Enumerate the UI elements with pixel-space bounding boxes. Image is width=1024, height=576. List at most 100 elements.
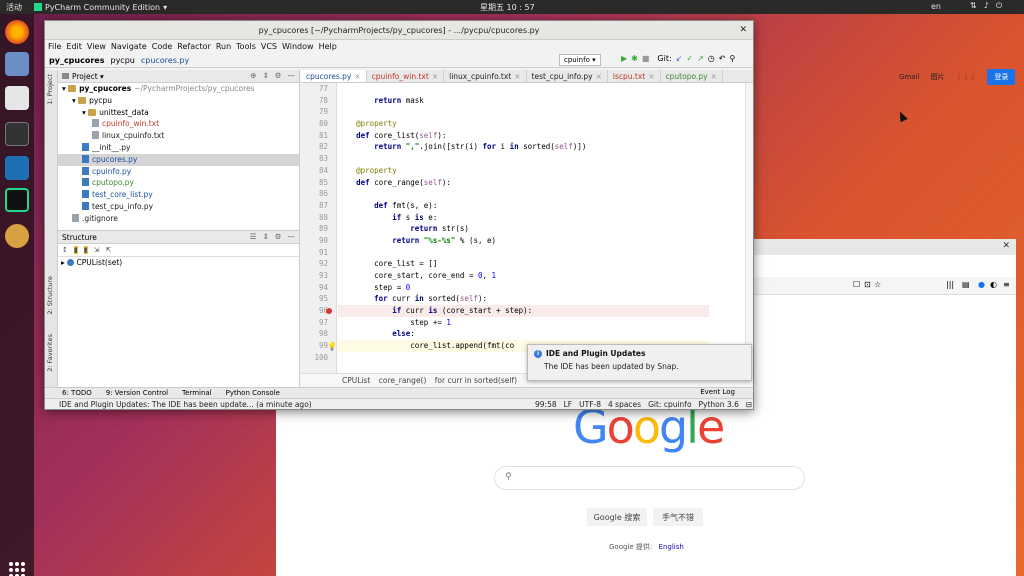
code-line[interactable]: 86 (319, 188, 709, 200)
tree-item[interactable]: cputopo.py (58, 177, 299, 189)
tool-tab-project[interactable]: 1: Project (46, 74, 54, 105)
revert-icon[interactable]: ↶ (719, 54, 726, 63)
code-line[interactable]: 85 def core_range(self): (319, 177, 709, 189)
library-icon[interactable]: ||| (946, 280, 954, 289)
show-inherited-icon[interactable]: ▮ (83, 246, 88, 254)
breadcrumb-method[interactable]: core_range() (379, 376, 427, 385)
tab-close-icon[interactable]: × (514, 72, 520, 81)
tool-tab-terminal[interactable]: Terminal (182, 389, 212, 397)
clock[interactable]: 星期五 10 : 57 (480, 2, 535, 13)
gear-icon[interactable]: ⚙ (275, 71, 282, 80)
git-branch[interactable]: Git: cpuinfo (648, 400, 691, 409)
menu-run[interactable]: Run (216, 42, 231, 51)
hamburger-menu-icon[interactable]: ≡ (1003, 280, 1010, 289)
browser-close-icon[interactable]: ✕ (1002, 241, 1010, 251)
stop-icon[interactable]: ■ (642, 54, 650, 63)
menu-help[interactable]: Help (319, 42, 337, 51)
google-search-button[interactable]: Google 搜索 (587, 508, 647, 526)
file-encoding[interactable]: UTF-8 (579, 400, 601, 409)
code-line[interactable]: 88 if s is e: (319, 212, 709, 224)
hide-icon[interactable]: — (288, 71, 296, 80)
code-line[interactable]: 80 @property (319, 118, 709, 130)
crumb-project[interactable]: py_cpucores (49, 56, 104, 65)
tab-close-icon[interactable]: × (432, 72, 438, 81)
tree-item[interactable]: cpuinfo_win.txt (58, 118, 299, 130)
tree-item[interactable]: ▾ pycpu (58, 95, 299, 107)
hide-icon[interactable]: — (288, 232, 296, 241)
code-line[interactable]: 82 return ",".join([str(i) for i in sort… (319, 141, 709, 153)
code-line[interactable]: 91 (319, 247, 709, 259)
vcs-commit-icon[interactable]: ✓ (686, 54, 693, 63)
sort-alpha-icon[interactable]: ↕ (62, 246, 68, 254)
firefox-icon[interactable] (5, 20, 29, 44)
autoscroll-icon[interactable]: ⇲ (94, 246, 100, 254)
update-notification[interactable]: i IDE and Plugin Updates The IDE has bee… (527, 344, 752, 381)
tree-item[interactable]: test_cpu_info.py (58, 201, 299, 213)
breadcrumb-class[interactable]: CPUList (342, 376, 370, 385)
search-everywhere-icon[interactable]: ⚲ (729, 54, 735, 63)
google-search-input[interactable]: ⚲ (494, 466, 805, 490)
code-line[interactable]: 77 (319, 83, 709, 95)
gmail-link[interactable]: Gmail (899, 73, 919, 81)
account-icon[interactable]: ● (978, 280, 985, 289)
show-fields-icon[interactable]: ▮ (73, 246, 78, 254)
autoscroll-from-icon[interactable]: ⇱ (105, 246, 111, 254)
tool-tab-vcs[interactable]: 9: Version Control (106, 389, 168, 397)
indent-setting[interactable]: 4 spaces (608, 400, 641, 409)
code-line[interactable]: 96 if curr is (core_start + step): (319, 305, 709, 317)
breakpoint-icon[interactable] (326, 308, 332, 315)
editor-tab[interactable]: linux_cpuinfo.txt × (444, 70, 527, 82)
structure-item[interactable]: ▸ CPUList(set) (58, 257, 299, 269)
pycharm-icon[interactable] (5, 188, 29, 212)
feeling-lucky-button[interactable]: 手气不错 (653, 508, 703, 526)
error-stripe[interactable] (745, 83, 753, 373)
menu-code[interactable]: Code (152, 42, 172, 51)
extension-icon[interactable]: ◐ (990, 280, 997, 289)
ide-titlebar[interactable]: py_cpucores [~/PycharmProjects/py_cpucor… (45, 21, 753, 40)
apps-grid-icon[interactable]: ⋮⋮⋮ (955, 73, 976, 81)
tree-item[interactable]: .gitignore (58, 213, 299, 225)
tree-item[interactable]: __init__.py (58, 142, 299, 154)
code-line[interactable]: 83 (319, 153, 709, 165)
status-message[interactable]: IDE and Plugin Updates: The IDE has been… (59, 400, 312, 409)
python-interpreter[interactable]: Python 3.6 (699, 400, 739, 409)
language-link[interactable]: English (659, 543, 684, 551)
editor-tab[interactable]: lscpu.txt × (608, 70, 661, 82)
language-indicator[interactable]: en (931, 2, 941, 11)
editor-tab[interactable]: cpucores.py × (301, 70, 367, 82)
menu-refactor[interactable]: Refactor (177, 42, 211, 51)
editor-tab[interactable]: test_cpu_info.py × (527, 70, 608, 82)
debug-icon[interactable]: ✱ (631, 54, 638, 63)
sidebar-icon[interactable]: ▤ (962, 280, 970, 289)
event-log-button[interactable]: Event Log (700, 388, 735, 396)
terminal-icon[interactable] (5, 122, 29, 146)
code-line[interactable]: 79 (319, 106, 709, 118)
code-line[interactable]: 81 def core_list(self): (319, 130, 709, 142)
code-line[interactable]: 98 else: (319, 328, 709, 340)
tab-close-icon[interactable]: × (354, 72, 360, 81)
tree-item[interactable]: ▾ py_cpucores ~/PycharmProjects/py_cpucor… (58, 83, 299, 95)
code-line[interactable]: 89 return str(s) (319, 223, 709, 235)
files-icon[interactable] (5, 52, 29, 76)
app-menu[interactable]: PyCharm Community Edition ▾ (34, 3, 167, 12)
history-icon[interactable]: ◷ (708, 54, 715, 63)
sign-in-button[interactable]: 登录 (987, 69, 1016, 85)
vcs-update-icon[interactable]: ↙ (676, 54, 683, 63)
tree-item[interactable]: cpucores.py (58, 153, 299, 166)
system-tray[interactable]: ⇅ ♪ ⏻ (970, 1, 1002, 11)
menu-tools[interactable]: Tools (236, 42, 256, 51)
menu-vcs[interactable]: VCS (261, 42, 277, 51)
menu-navigate[interactable]: Navigate (111, 42, 147, 51)
code-area[interactable]: 77 78 return mask 79 80 @property 81 def cor… (304, 83, 709, 373)
run-icon[interactable]: ▶ (621, 54, 627, 63)
menu-file[interactable]: File (48, 42, 61, 51)
tab-close-icon[interactable]: × (648, 72, 654, 81)
settings-icon[interactable] (5, 224, 29, 248)
pocket-icon[interactable]: ⊡ (864, 280, 871, 289)
vcs-push-icon[interactable]: ↗ (697, 54, 704, 63)
gear-icon[interactable]: ⚙ (275, 232, 282, 241)
crumb-folder[interactable]: pycpu (110, 56, 134, 65)
tree-item[interactable]: linux_cpuinfo.txt (58, 130, 299, 142)
tool-tab-todo[interactable]: 6: TODO (62, 389, 92, 397)
lock-icon[interactable]: ⊟ (746, 400, 752, 409)
